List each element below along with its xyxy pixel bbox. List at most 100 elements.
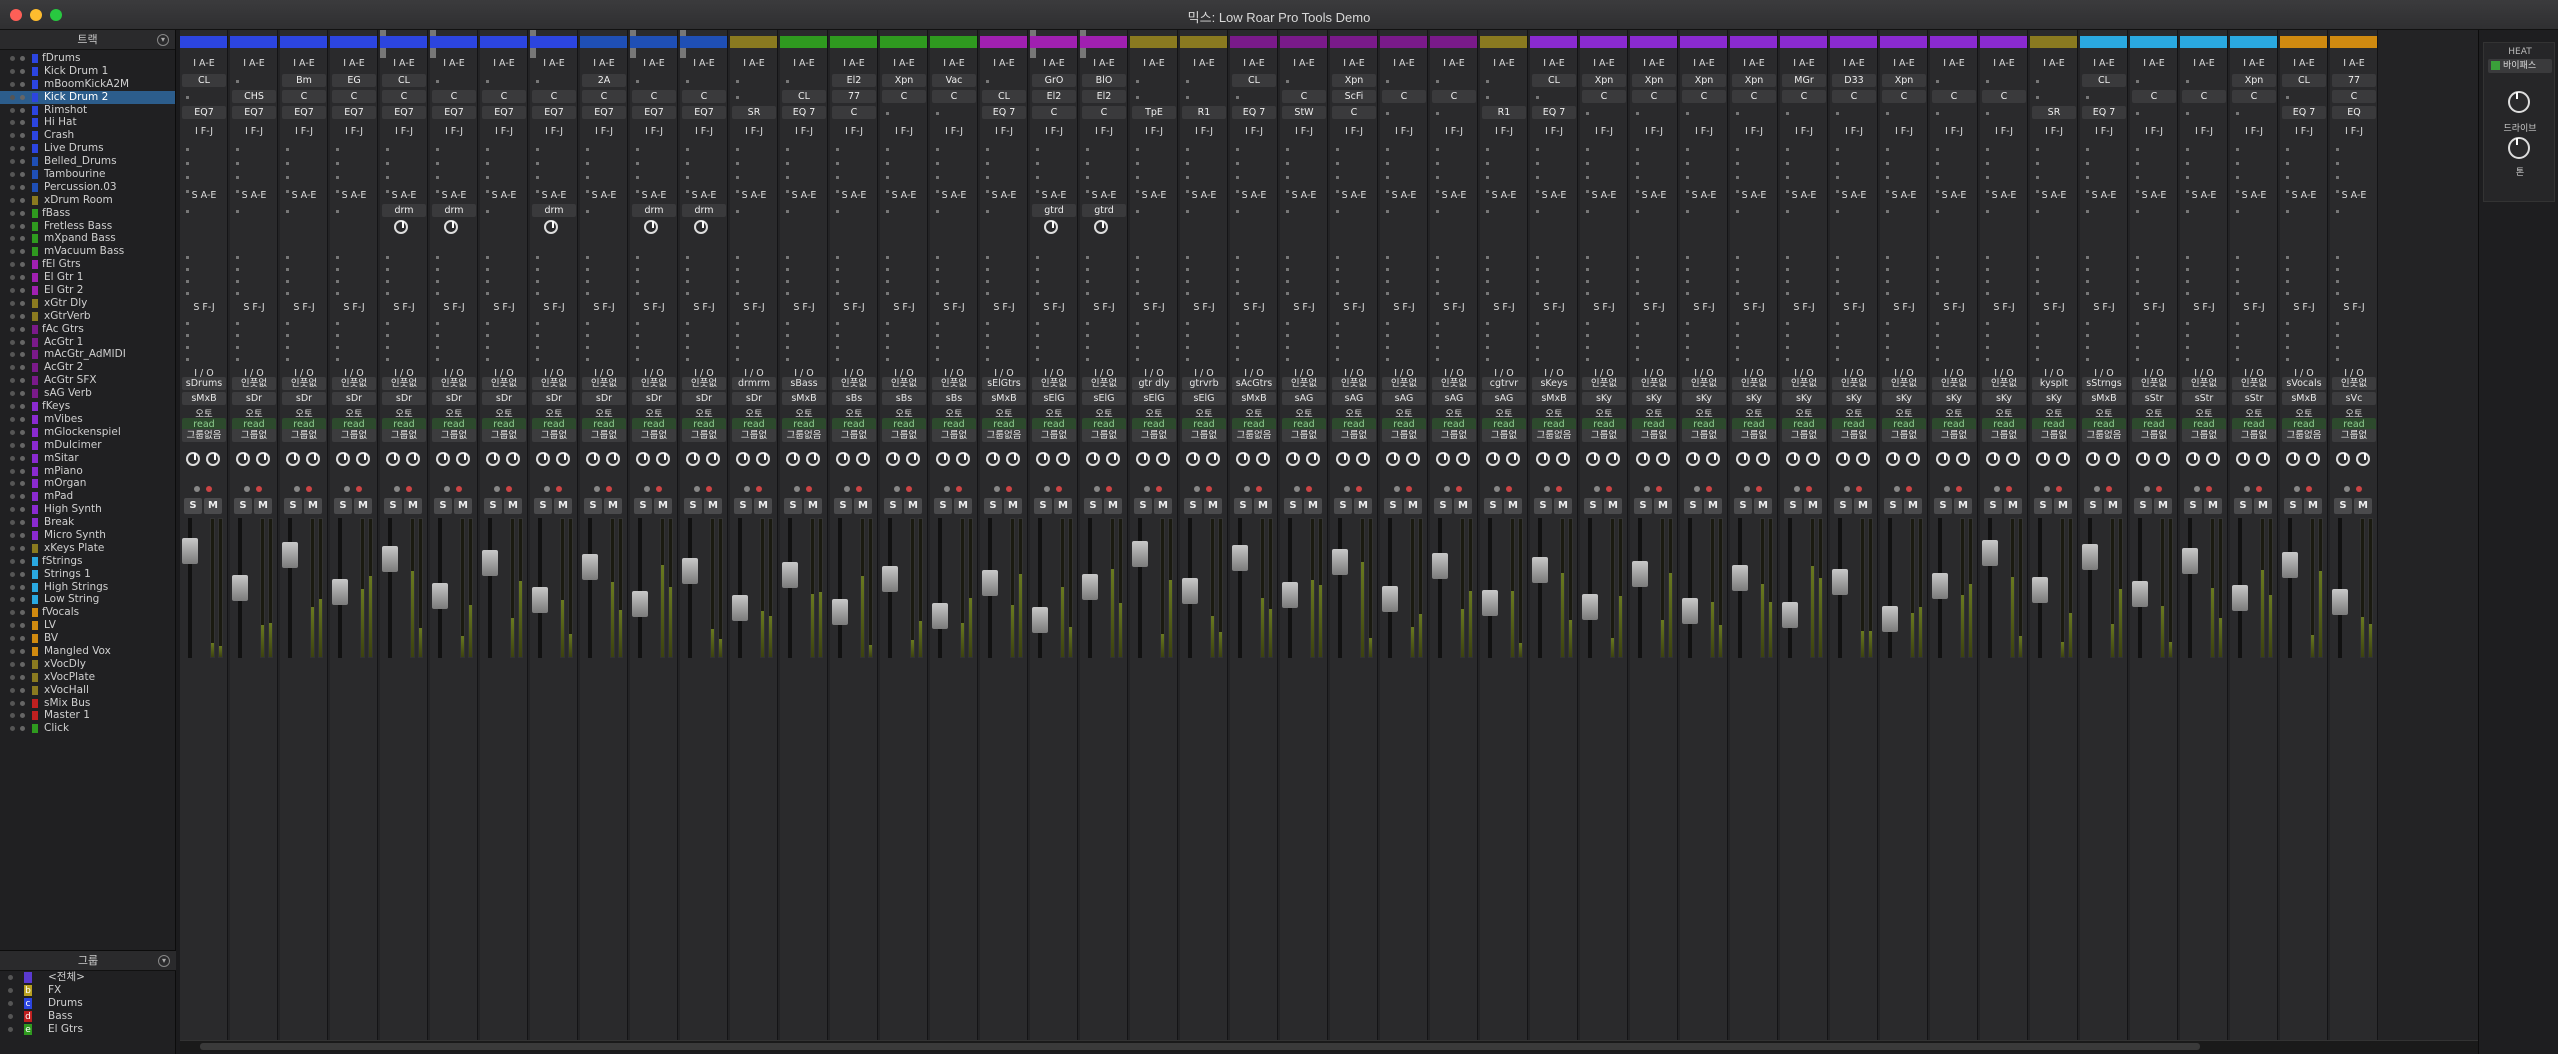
record-enable-icon[interactable] xyxy=(794,486,800,492)
solo-button[interactable]: S xyxy=(1284,498,1302,514)
insert-slot[interactable]: Xpn xyxy=(882,74,926,87)
group-selector[interactable]: 그룹없음 xyxy=(1532,429,1576,442)
input-selector[interactable]: sBs xyxy=(832,392,876,405)
input-monitor-icon[interactable] xyxy=(356,486,362,492)
track-show-toggle-icon[interactable] xyxy=(10,94,15,100)
volume-fader-cap[interactable] xyxy=(1982,540,1998,566)
mute-button[interactable]: M xyxy=(2004,498,2022,514)
solo-button[interactable]: S xyxy=(484,498,502,514)
volume-fader-cap[interactable] xyxy=(1632,561,1648,587)
send-slot-empty[interactable] xyxy=(2286,322,2289,325)
send-slot-empty[interactable] xyxy=(336,322,339,325)
group-selector[interactable]: 그룹없 xyxy=(532,429,576,442)
solo-button[interactable]: S xyxy=(1784,498,1802,514)
group-active-indicator-icon[interactable] xyxy=(8,1027,13,1032)
send-slot-empty[interactable] xyxy=(1336,256,1339,259)
send-slot-empty[interactable] xyxy=(1636,358,1639,361)
volume-fader-cap[interactable] xyxy=(932,603,948,629)
pan-knob-left[interactable] xyxy=(2086,452,2100,466)
group-selector[interactable]: 그룹없 xyxy=(382,429,426,442)
send-slot-empty[interactable] xyxy=(1036,268,1039,271)
input-monitor-icon[interactable] xyxy=(256,486,262,492)
send-slot-empty[interactable] xyxy=(2136,292,2139,295)
pan-knob-left[interactable] xyxy=(186,452,200,466)
pan-knob-left[interactable] xyxy=(836,452,850,466)
send-slot-empty[interactable] xyxy=(2086,292,2089,295)
insert-slot[interactable]: R1 xyxy=(1182,106,1226,119)
insert-slot-empty[interactable] xyxy=(986,162,989,165)
track-list-item[interactable]: High Strings xyxy=(0,581,175,594)
send-slot-empty[interactable] xyxy=(836,256,839,259)
track-list-item[interactable]: High Synth xyxy=(0,503,175,516)
group-selector[interactable]: 그룹없음 xyxy=(1232,429,1276,442)
group-selector[interactable]: 그룹없 xyxy=(1632,429,1676,442)
send-slot-empty[interactable] xyxy=(1586,334,1589,337)
send-slot-empty[interactable] xyxy=(1736,346,1739,349)
pan-knob-left[interactable] xyxy=(236,452,250,466)
input-selector[interactable]: sKy xyxy=(1832,392,1876,405)
send-slot-empty[interactable] xyxy=(786,268,789,271)
send-slot-empty[interactable] xyxy=(836,334,839,337)
pan-knob-left[interactable] xyxy=(1936,452,1950,466)
volume-fader-cap[interactable] xyxy=(1582,594,1598,620)
send-slot-empty[interactable] xyxy=(336,358,339,361)
output-selector[interactable]: sElGtrs xyxy=(982,377,1026,390)
volume-fader-track[interactable] xyxy=(1488,518,1492,658)
send-slot-empty[interactable] xyxy=(1836,346,1839,349)
pan-knob-right[interactable] xyxy=(1206,452,1220,466)
input-monitor-icon[interactable] xyxy=(1556,486,1562,492)
send-slot-empty[interactable] xyxy=(286,322,289,325)
record-enable-icon[interactable] xyxy=(1444,486,1450,492)
input-monitor-icon[interactable] xyxy=(2056,486,2062,492)
record-enable-icon[interactable] xyxy=(1544,486,1550,492)
pan-knob-left[interactable] xyxy=(786,452,800,466)
send-level-knob[interactable] xyxy=(1094,220,1108,234)
insert-slot-empty[interactable] xyxy=(1086,176,1089,179)
send-slot-empty[interactable] xyxy=(2286,358,2289,361)
group-list-item[interactable]: c Drums xyxy=(0,997,176,1010)
mute-button[interactable]: M xyxy=(354,498,372,514)
group-active-indicator-icon[interactable] xyxy=(8,1014,13,1019)
send-slot-empty[interactable] xyxy=(1886,346,1889,349)
send-slot-empty[interactable] xyxy=(1286,268,1289,271)
insert-slot-empty[interactable] xyxy=(786,162,789,165)
record-enable-icon[interactable] xyxy=(244,486,250,492)
send-slot-empty[interactable] xyxy=(2286,210,2289,213)
send-slot-empty[interactable] xyxy=(2086,280,2089,283)
send-slot-empty[interactable] xyxy=(686,268,689,271)
send-slot-empty[interactable] xyxy=(186,210,189,213)
pan-knob-right[interactable] xyxy=(1806,452,1820,466)
insert-slot-empty[interactable] xyxy=(286,176,289,179)
solo-button[interactable]: S xyxy=(184,498,202,514)
send-slot-empty[interactable] xyxy=(686,292,689,295)
track-list-item[interactable]: Click xyxy=(0,722,175,735)
insert-slot-empty[interactable] xyxy=(1586,176,1589,179)
mute-button[interactable]: M xyxy=(2154,498,2172,514)
send-slot[interactable]: drm xyxy=(382,204,426,217)
output-selector[interactable]: 인풋없 xyxy=(1282,377,1326,390)
insert-slot-empty[interactable] xyxy=(636,148,639,151)
input-monitor-icon[interactable] xyxy=(656,486,662,492)
pan-knob-right[interactable] xyxy=(2006,452,2020,466)
send-slot-empty[interactable] xyxy=(186,292,189,295)
insert-slot-empty[interactable] xyxy=(1036,176,1039,179)
mute-button[interactable]: M xyxy=(254,498,272,514)
volume-fader-cap[interactable] xyxy=(2282,552,2298,578)
insert-slot-empty[interactable] xyxy=(1136,96,1139,99)
pan-knob-right[interactable] xyxy=(2256,452,2270,466)
solo-button[interactable]: S xyxy=(1534,498,1552,514)
input-monitor-icon[interactable] xyxy=(2206,486,2212,492)
mute-button[interactable]: M xyxy=(1554,498,1572,514)
send-slot-empty[interactable] xyxy=(436,292,439,295)
insert-slot[interactable]: C xyxy=(932,90,976,103)
input-selector[interactable]: sVc xyxy=(2332,392,2376,405)
track-list-item[interactable]: Low String xyxy=(0,593,175,606)
send-slot-empty[interactable] xyxy=(386,334,389,337)
output-selector[interactable]: 인풋없 xyxy=(2182,377,2226,390)
mute-button[interactable]: M xyxy=(804,498,822,514)
track-list-item[interactable]: mVibes xyxy=(0,413,175,426)
send-slot-empty[interactable] xyxy=(2036,292,2039,295)
output-selector[interactable]: drmrm xyxy=(732,377,776,390)
send-slot-empty[interactable] xyxy=(1736,268,1739,271)
send-slot-empty[interactable] xyxy=(436,256,439,259)
